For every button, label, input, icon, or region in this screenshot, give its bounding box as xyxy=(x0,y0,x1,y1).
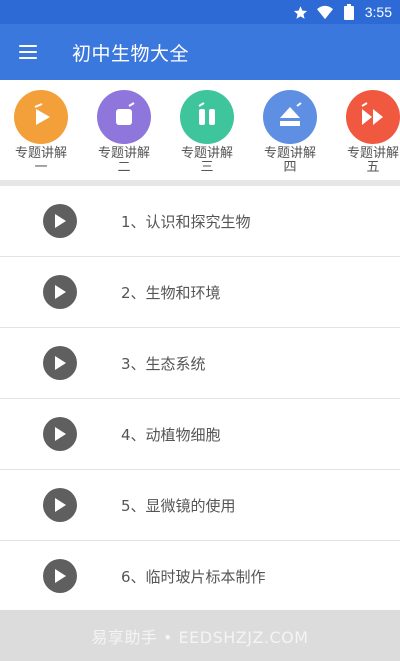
topic-item-4[interactable]: 专题讲解 四 xyxy=(255,90,325,174)
topic-item-1[interactable]: 专题讲解 一 xyxy=(6,90,76,174)
pause-icon xyxy=(180,90,234,144)
play-circle-icon xyxy=(43,417,77,451)
list-item[interactable]: 6、临时玻片标本制作 xyxy=(0,541,400,612)
menu-icon xyxy=(19,45,37,59)
app-bar: 初中生物大全 xyxy=(0,24,400,80)
list-item-label: 5、显微镜的使用 xyxy=(121,496,236,515)
menu-button[interactable] xyxy=(0,24,56,80)
topic-label: 专题讲解 xyxy=(180,146,233,161)
play-circle-icon xyxy=(43,559,77,593)
topic-label: 专题讲解 xyxy=(346,146,399,161)
watermark: 易享助手 • EEDSHZJZ.COM xyxy=(91,627,309,647)
topic-item-5[interactable]: 专题讲解 五 xyxy=(338,90,400,174)
topic-sub: 二 xyxy=(117,160,131,175)
topic-strip[interactable]: 专题讲解 一 专题讲解 二 专题讲解 三 专题讲解 四 专题讲解 五 xyxy=(0,80,400,180)
list-item-label: 4、动植物细胞 xyxy=(121,425,221,444)
list-item[interactable]: 2、生物和环境 xyxy=(0,257,400,328)
topic-label: 专题讲解 xyxy=(263,146,316,161)
list-item-label: 3、生态系统 xyxy=(121,354,206,373)
topic-item-3[interactable]: 专题讲解 三 xyxy=(172,90,242,174)
play-circle-icon xyxy=(43,488,77,522)
status-time: 3:55 xyxy=(364,4,392,20)
list-item[interactable]: 5、显微镜的使用 xyxy=(0,470,400,541)
play-circle-icon xyxy=(43,346,77,380)
list-item-label: 6、临时玻片标本制作 xyxy=(121,567,266,586)
list-item-label: 2、生物和环境 xyxy=(121,283,221,302)
topic-sub: 三 xyxy=(200,160,214,175)
play-circle-icon xyxy=(43,204,77,238)
topic-label: 专题讲解 xyxy=(14,146,67,161)
status-bar: 3:55 xyxy=(0,0,400,24)
fast-forward-icon xyxy=(346,90,400,144)
list-item[interactable]: 3、生态系统 xyxy=(0,328,400,399)
battery-icon xyxy=(341,4,357,20)
topic-label: 专题讲解 xyxy=(97,146,150,161)
app-title: 初中生物大全 xyxy=(72,42,190,65)
topic-item-2[interactable]: 专题讲解 二 xyxy=(89,90,159,174)
eject-icon xyxy=(263,90,317,144)
play-icon xyxy=(14,90,68,144)
list-item[interactable]: 4、动植物细胞 xyxy=(0,399,400,470)
topic-sub: 四 xyxy=(283,160,297,175)
lesson-list: 1、认识和探究生物 2、生物和环境 3、生态系统 4、动植物细胞 5、显微镜的使… xyxy=(0,186,400,612)
bottom-banner: 易享助手 • EEDSHZJZ.COM xyxy=(0,610,400,661)
list-item[interactable]: 1、认识和探究生物 xyxy=(0,186,400,257)
list-item-label: 1、认识和探究生物 xyxy=(121,212,251,231)
star-icon xyxy=(293,4,309,20)
play-circle-icon xyxy=(43,275,77,309)
topic-sub: 五 xyxy=(366,160,380,175)
stop-icon xyxy=(97,90,151,144)
topic-sub: 一 xyxy=(34,160,48,175)
wifi-icon xyxy=(316,4,333,20)
